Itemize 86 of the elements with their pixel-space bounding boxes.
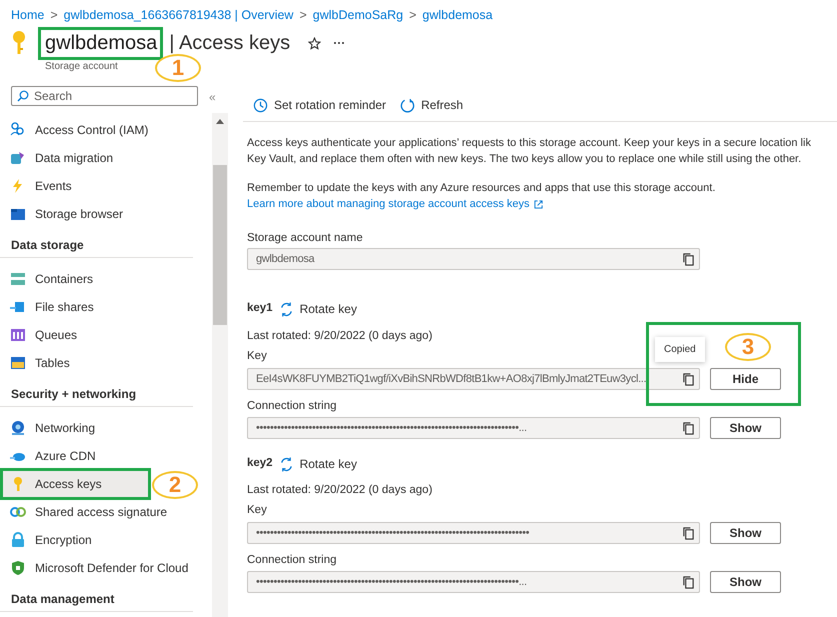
copy-icon: [682, 372, 695, 386]
copy-button[interactable]: [682, 252, 695, 266]
description-text: Remember to update the keys with any Azure resources and apps that use this storage account.: [247, 181, 716, 196]
field-label: Connection string: [247, 553, 336, 568]
people-icon: [10, 122, 26, 138]
scrollbar-thumb[interactable]: [213, 165, 227, 325]
rotate-key-button[interactable]: Rotate key: [278, 300, 357, 318]
breadcrumb-link[interactable]: gwlbdemosa_1663667819438 | Overview: [64, 6, 294, 25]
separator-icon: >: [409, 6, 416, 25]
section-heading: Data storage: [0, 236, 193, 258]
copy-icon: [682, 526, 695, 540]
search-icon: [17, 90, 29, 102]
text-field[interactable]: •••••••••••••••••••••••••••••••••••••••••••••••••••••••••••••••••••••••••••...: [247, 571, 700, 593]
copy-icon: [682, 252, 695, 266]
description-text: Access keys authenticate your applications’ requests to this storage account. Keep your keys in a secure location lik: [247, 136, 812, 151]
copy-icon: [682, 422, 695, 434]
key-name: key1: [247, 301, 273, 316]
favorite-star-button[interactable]: [308, 36, 322, 50]
description-text: Key Vault, and replace them often with new keys. The two keys allow you to replace one while still using the other.: [247, 152, 802, 167]
sidebar-item[interactable]: File shares: [0, 293, 98, 321]
text-field[interactable]: ••••••••••••••••••••••••••••••••••••••••••••••••••••••••••••••••••••••••••••••: [247, 522, 700, 544]
external-link-icon: [534, 200, 542, 208]
sidebar-item[interactable]: Networking: [0, 414, 100, 442]
table-icon: [10, 355, 26, 371]
sidebar-item[interactable]: Queues: [0, 321, 82, 349]
queue-icon: [10, 327, 26, 343]
last-rotated-text: Last rotated: 9/20/2022 (0 days ago): [247, 329, 432, 344]
shield-icon: [10, 560, 26, 576]
copy-button[interactable]: [682, 526, 695, 540]
sidebar-item[interactable]: Microsoft Defender for Cloud: [0, 554, 192, 582]
key-icon: [12, 30, 26, 56]
callout-number: 1: [155, 54, 201, 82]
search-field[interactable]: Search: [11, 86, 198, 106]
toggle-visibility-button[interactable]: Show: [710, 571, 781, 593]
sidebar-item[interactable]: Azure CDN: [0, 442, 100, 470]
clock-icon: [253, 98, 268, 112]
rotate-icon: [278, 302, 294, 316]
sidebar-item[interactable]: Data migration: [0, 144, 118, 172]
toggle-visibility-button[interactable]: Show: [710, 522, 781, 544]
copy-button[interactable]: [682, 372, 695, 386]
learn-more-link[interactable]: Learn more about managing storage account access keys: [247, 196, 542, 212]
sidebar-item[interactable]: Shared access signature: [0, 498, 172, 526]
text-field[interactable]: •••••••••••••••••••••••••••••••••••••••••••••••••••••••••••••••••••••••••••...: [247, 417, 700, 439]
breadcrumb-link[interactable]: Home: [11, 6, 44, 25]
copy-button[interactable]: [682, 576, 695, 588]
set-reminder-button[interactable]: Set rotation reminder: [253, 96, 386, 114]
field-label: Key: [247, 503, 267, 518]
chain-link-icon: [10, 504, 26, 520]
rotate-icon: [278, 456, 294, 472]
copy-icon: [682, 576, 695, 588]
last-rotated-text: Last rotated: 9/20/2022 (0 days ago): [247, 483, 432, 498]
page-title: | Access keys: [169, 31, 290, 55]
sidebar-item[interactable]: Events: [0, 172, 76, 200]
breadcrumb-link[interactable]: gwlbdemosa: [422, 6, 493, 25]
text-field[interactable]: gwlbdemosa: [247, 248, 700, 270]
field-label: Connection string: [247, 399, 336, 414]
sidebar-item[interactable]: Access Control (IAM): [0, 116, 152, 144]
sidebar-item[interactable]: Tables: [0, 349, 74, 377]
key-name: key2: [247, 456, 273, 472]
sidebar-item[interactable]: Containers: [0, 265, 98, 293]
folder-icon: [10, 206, 26, 222]
section-heading: Security + networking: [0, 385, 193, 407]
text-field[interactable]: EeI4sWK8FUYMB2TiQ1wgf/iXvBihSNRbWDf8tB1kw+AO8xj7lBmlyJmat2TEuw3ycl...: [247, 368, 700, 390]
refresh-button[interactable]: Refresh: [400, 96, 464, 114]
collapse-button[interactable]: «: [209, 88, 216, 106]
more-button[interactable]: [333, 41, 346, 45]
tooltip: Copied: [655, 337, 705, 362]
separator-icon: >: [299, 6, 307, 25]
copy-button[interactable]: [682, 422, 695, 434]
resource-name: gwlbdemosa: [45, 31, 158, 55]
sidebar-item[interactable]: Encryption: [0, 526, 96, 554]
section-heading: Data management: [0, 590, 193, 612]
sidebar-item[interactable]: Storage browser: [0, 200, 128, 228]
scroll-up-icon: [216, 119, 224, 124]
callout-number: 2: [152, 471, 198, 499]
callout-number: 3: [725, 333, 771, 361]
separator-icon: >: [50, 6, 58, 25]
toggle-visibility-button[interactable]: Hide: [710, 368, 781, 390]
breadcrumb-link[interactable]: gwlbDemoSaRg: [312, 6, 404, 25]
refresh-icon: [400, 98, 416, 112]
lock-icon: [10, 532, 26, 548]
rotate-key-button[interactable]: Rotate key: [278, 455, 357, 473]
field-label: Key: [247, 349, 267, 364]
resource-type: Storage account: [45, 60, 118, 74]
toggle-visibility-button[interactable]: Show: [710, 417, 781, 439]
field-label: Storage account name: [247, 231, 363, 246]
